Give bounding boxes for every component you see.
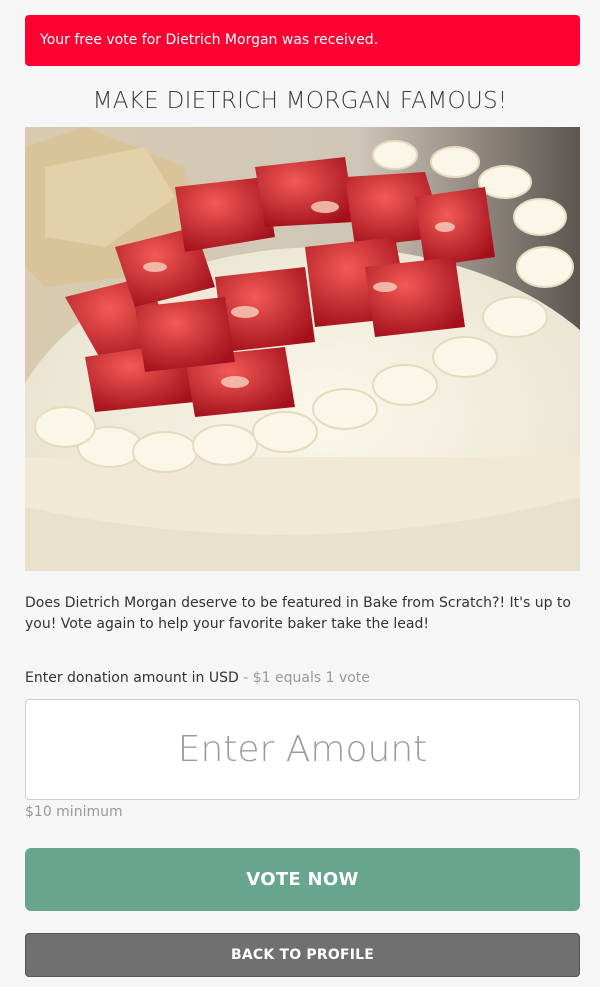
page-title: MAKE DIETRICH MORGAN FAMOUS! bbox=[92, 88, 508, 114]
back-to-profile-button[interactable]: BACK TO PROFILE bbox=[25, 933, 580, 977]
vote-page: Your free vote for Dietrich Morgan was r… bbox=[0, 0, 600, 987]
minimum-note: $10 minimum bbox=[25, 804, 123, 820]
donation-amount-input[interactable] bbox=[25, 699, 580, 800]
vote-received-alert: Your free vote for Dietrich Morgan was r… bbox=[25, 15, 580, 66]
donation-label-text: Enter donation amount in USD bbox=[25, 670, 239, 686]
cake-photo bbox=[25, 127, 580, 571]
donation-hint: - $1 equals 1 vote bbox=[238, 670, 370, 686]
description-text: Does Dietrich Morgan deserve to be featu… bbox=[25, 595, 571, 632]
alert-message: Your free vote for Dietrich Morgan was r… bbox=[40, 32, 379, 48]
vote-now-button[interactable]: VOTE NOW bbox=[25, 848, 580, 911]
donation-label: Enter donation amount in USD - $1 equals… bbox=[25, 668, 370, 688]
